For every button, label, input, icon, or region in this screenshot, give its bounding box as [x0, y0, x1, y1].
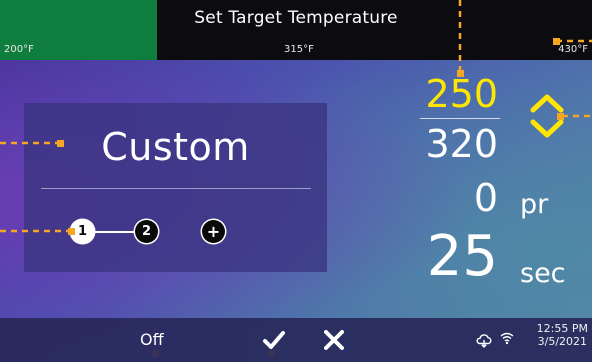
close-icon[interactable]: [322, 328, 346, 352]
up-down-arrows-icon[interactable]: [527, 88, 567, 144]
step-connector: [93, 231, 136, 233]
check-icon[interactable]: [262, 328, 286, 352]
temperature-divider: [420, 118, 500, 119]
cloud-sync-icon: [476, 334, 492, 348]
time-value[interactable]: 25: [427, 224, 498, 289]
wifi-icon: [500, 332, 514, 345]
target-temperature-value[interactable]: 250: [425, 72, 498, 116]
clock-date: 3/5/2021: [537, 335, 588, 348]
off-button[interactable]: Off: [140, 330, 164, 349]
scale-min-label: 200°F: [4, 44, 34, 55]
pressure-value[interactable]: 0: [474, 176, 498, 220]
add-step-button[interactable]: +: [202, 220, 225, 243]
pressure-unit: pr: [520, 189, 549, 220]
bottom-toolbar: Off 12:55 PM 3/5/2021: [0, 318, 592, 362]
scale-max-label: 430°F: [558, 44, 588, 55]
oven-control-screen: Set Target Temperature 200°F 315°F 430°F…: [0, 0, 592, 362]
preset-card: Custom 1 2 +: [24, 103, 327, 272]
preset-divider: [41, 188, 311, 189]
clock: 12:55 PM 3/5/2021: [537, 322, 588, 348]
step-1-button[interactable]: 1: [71, 220, 94, 243]
current-temperature-value: 320: [425, 122, 498, 166]
scale-mid-label: 315°F: [284, 44, 314, 55]
temperature-scale-bar[interactable]: Set Target Temperature 200°F 315°F 430°F: [0, 0, 592, 60]
step-2-button[interactable]: 2: [135, 220, 158, 243]
preset-name[interactable]: Custom: [24, 125, 327, 169]
time-unit: sec: [520, 258, 566, 289]
clock-time: 12:55 PM: [536, 322, 588, 335]
page-title: Set Target Temperature: [194, 8, 398, 28]
